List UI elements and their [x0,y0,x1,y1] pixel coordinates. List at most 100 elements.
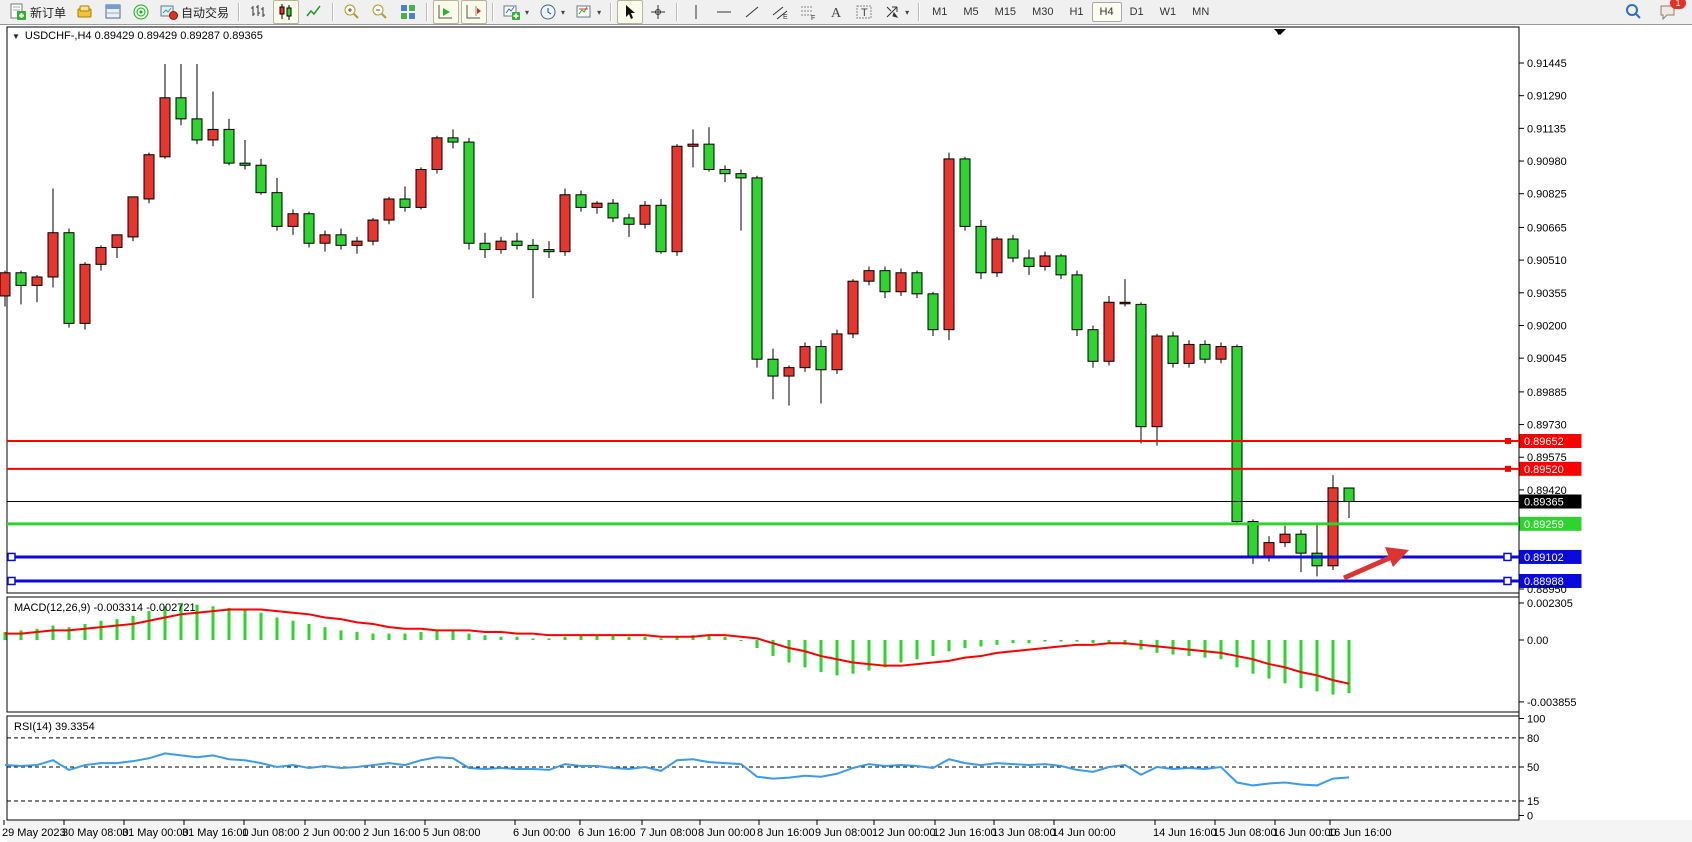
macd-bar [1188,640,1191,656]
hline-button[interactable] [711,0,737,24]
dropdown-caret-icon[interactable]: ▾ [597,8,601,17]
candle-body [48,233,58,277]
macd-bar [756,640,759,648]
macd-bar [148,611,151,640]
macd-bar [276,618,279,640]
candlestick-icon [277,3,295,21]
indicators-button[interactable]: ▾ [499,0,533,24]
candle-body [1248,522,1258,558]
notifications-button[interactable]: 1 [1655,0,1681,24]
symbol-info-row[interactable]: ▼ USDCHF-,H4 0.89429 0.89429 0.89287 0.8… [12,30,263,42]
text-button[interactable]: A [823,0,849,24]
timeframe-d1-button[interactable]: D1 [1122,2,1152,22]
template-button[interactable]: ▾ [571,0,605,24]
crosshair-button[interactable] [645,0,671,24]
cursor-button[interactable] [617,0,643,24]
symbol-dropdown-icon[interactable]: ▼ [12,32,20,41]
price-tick-label: 0.90665 [1527,222,1567,234]
candle-body [1056,256,1066,275]
timeframe-h4-button[interactable]: H4 [1092,2,1122,22]
bar-chart-button[interactable] [245,0,271,24]
toolbar-separator [610,3,612,21]
rsi-panel-border [7,716,1519,820]
rsi-tick-label: 0 [1527,811,1533,823]
macd-bar [116,619,119,640]
time-tick-label: 7 Jun 08:00 [640,827,698,839]
zoom-out-button[interactable] [367,0,393,24]
data-window-button[interactable] [100,0,126,24]
timeframe-h1-button[interactable]: H1 [1061,2,1091,22]
macd-bar [740,640,743,641]
tile-windows-button[interactable] [395,0,421,24]
hline-handle[interactable] [1505,466,1511,472]
time-tick-label: 13 Jun 08:00 [992,827,1056,839]
price-tick-label: 0.89885 [1527,387,1567,399]
new-order-button[interactable]: 新订单 [5,0,70,24]
timeframe-mn-button[interactable]: MN [1184,2,1217,22]
trendline-icon [743,3,761,21]
macd-bar [20,630,23,640]
time-tick-label: 5 Jun 08:00 [423,827,481,839]
candle-body [992,239,1002,273]
arrows-icon [883,3,901,21]
indicators-icon [503,3,521,21]
channel-button[interactable]: E [767,0,793,24]
hline-handle[interactable] [1505,438,1511,444]
timeframe-m30-button[interactable]: M30 [1024,2,1061,22]
arrows-button[interactable]: ▾ [879,0,913,24]
hline-handle[interactable] [8,553,15,560]
candle-body [320,235,330,243]
chart-shift-button[interactable] [461,0,487,24]
macd-bar [964,640,967,648]
macd-bar [228,608,231,640]
autoscroll-button[interactable] [433,0,459,24]
fibonacci-button[interactable]: F [795,0,821,24]
line-chart-button[interactable] [301,0,327,24]
price-tag-label: 0.89652 [1524,436,1564,448]
hline-handle[interactable] [1504,577,1511,584]
candle-body [1184,344,1194,363]
timeframe-m1-button[interactable]: M1 [924,2,955,22]
macd-bar [340,630,343,640]
zoom-out-icon [371,3,389,21]
text-label-button[interactable]: T [851,0,877,24]
hline-handle[interactable] [1504,553,1511,560]
toolbar-group-0: 新订单 自动交易 [4,0,234,25]
dropdown-caret-icon[interactable]: ▾ [525,8,529,17]
periods-button[interactable]: ▾ [535,0,569,24]
candle-body [304,214,314,244]
search-button[interactable] [1621,0,1647,24]
vline-button[interactable] [683,0,709,24]
radar-button[interactable] [128,0,154,24]
time-tick-label: 31 May 16:00 [182,827,249,839]
candle-body [192,119,202,140]
toolbar-separator [332,3,334,21]
zoom-in-icon [343,3,361,21]
panel-collapse-icon[interactable]: ▼ [1274,27,1283,37]
candlestick-button[interactable] [273,0,299,24]
hline-handle[interactable] [8,577,15,584]
candle-body [960,159,970,226]
price-tick-label: 0.89420 [1527,485,1567,497]
price-tick-label: 0.90980 [1527,156,1567,168]
trendline-button[interactable] [739,0,765,24]
timeframe-m5-button[interactable]: M5 [955,2,986,22]
candle-body [720,169,730,173]
zoom-in-button[interactable] [339,0,365,24]
price-tag-label: 0.89520 [1524,464,1564,476]
dropdown-caret-icon[interactable]: ▾ [561,8,565,17]
candle-body [640,205,650,224]
timeframe-w1-button[interactable]: W1 [1152,2,1185,22]
timeframe-m15-button[interactable]: M15 [987,2,1024,22]
candle-body [464,142,474,243]
time-tick-label: 29 May 2023 [2,827,66,839]
candle-body [736,174,746,178]
candle-body [800,347,810,368]
macd-bar [724,637,727,640]
candle-body [784,368,794,376]
macd-bar [468,634,471,640]
gold-cube-button[interactable] [72,0,98,24]
macd-panel-border [7,597,1519,712]
autotrade-button[interactable]: 自动交易 [156,0,233,24]
dropdown-caret-icon[interactable]: ▾ [905,8,909,17]
